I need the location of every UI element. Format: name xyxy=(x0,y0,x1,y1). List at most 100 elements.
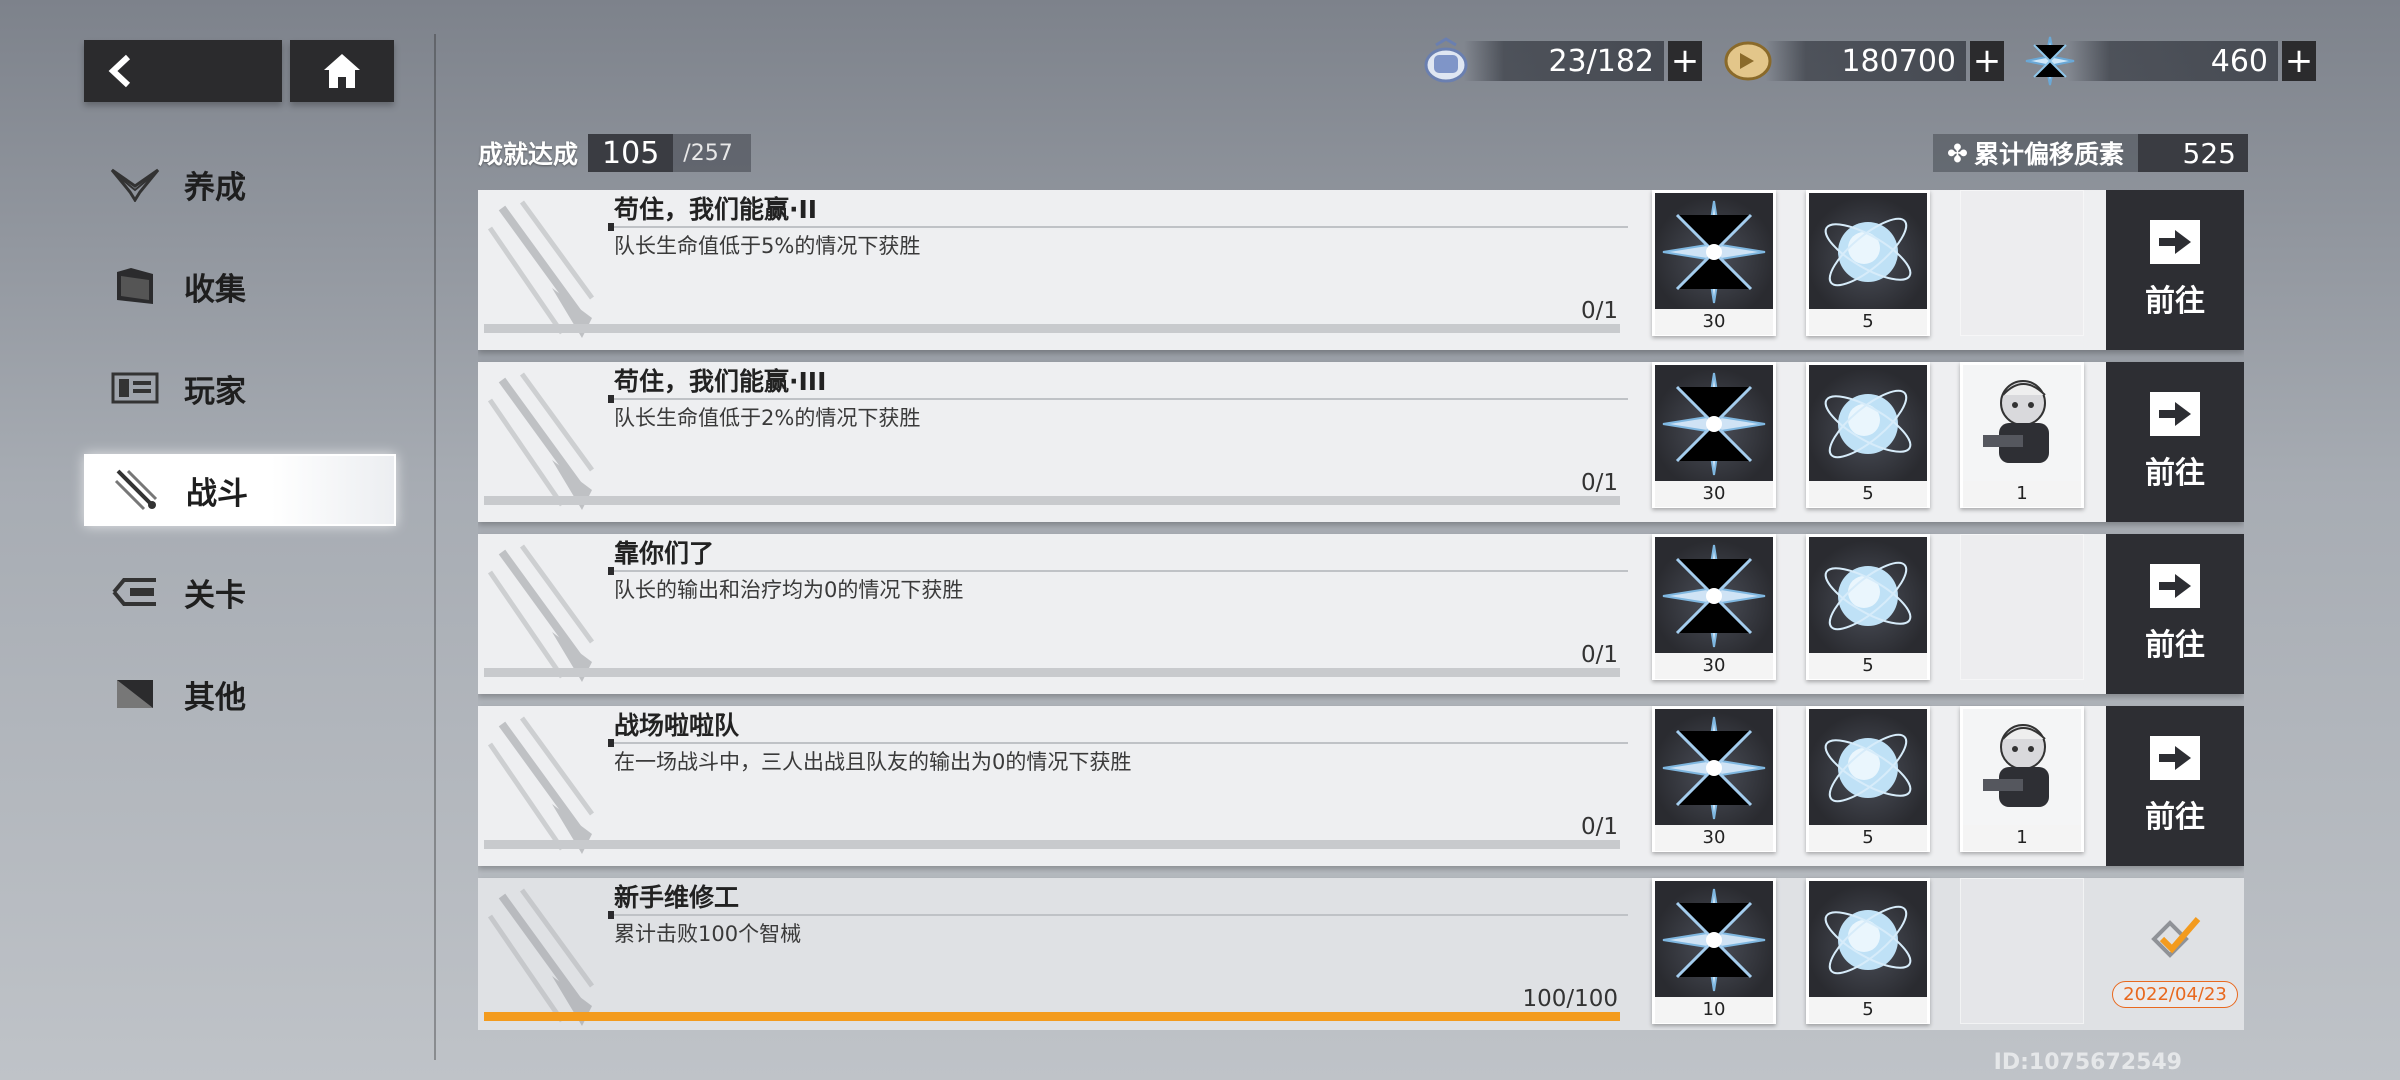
reward-quantity: 30 xyxy=(1655,481,1773,507)
go-button[interactable]: 前往 xyxy=(2106,190,2244,350)
arrow-right-icon xyxy=(2150,392,2200,436)
orb-reward-icon xyxy=(1809,709,1927,827)
crystal-reward-icon xyxy=(1655,537,1773,655)
reward-item[interactable]: 1 xyxy=(1960,362,2084,508)
achievement-row: 新手维修工累计击败100个智械 100/100 10 5 2022/04/23 xyxy=(478,878,2244,1030)
reward-item[interactable]: 5 xyxy=(1806,878,1930,1024)
achievement-title: 苟住，我们能赢·III xyxy=(614,367,827,396)
sidebar-item-label: 战斗 xyxy=(186,475,248,512)
reward-quantity: 10 xyxy=(1655,997,1773,1023)
reward-item[interactable]: 5 xyxy=(1806,362,1930,508)
crystal-reward-icon xyxy=(1655,193,1773,311)
reward-item[interactable]: 30 xyxy=(1652,190,1776,336)
go-button-label: 前往 xyxy=(2145,456,2205,491)
currency-2: 460 + xyxy=(2022,36,2316,86)
home-button[interactable] xyxy=(290,40,394,102)
progress-bar xyxy=(484,1012,1620,1021)
achievement-description: 在一场战斗中，三人出战且队友的输出为0的情况下获胜 xyxy=(614,750,1132,774)
reward-slot-empty xyxy=(1960,534,2084,680)
reward-item[interactable]: 5 xyxy=(1806,190,1930,336)
progress-text: 0/1 xyxy=(1580,470,1618,496)
sidebar-item-1[interactable]: 收集 xyxy=(84,250,396,322)
character-reward-icon xyxy=(1963,365,2081,483)
reward-quantity: 1 xyxy=(1963,825,2081,851)
title-underline xyxy=(608,567,1628,575)
crystal-reward-icon xyxy=(1655,365,1773,483)
reward-quantity: 5 xyxy=(1809,309,1927,335)
sidebar-divider xyxy=(434,34,436,1060)
title-underline xyxy=(608,739,1628,747)
sidebar-item-label: 其他 xyxy=(184,679,246,716)
top-nav xyxy=(84,40,394,102)
reward-quantity: 5 xyxy=(1809,825,1927,851)
go-button-label: 前往 xyxy=(2145,284,2205,319)
achievement-list[interactable]: 苟住，我们能赢·II 队长生命值低于5%的情况下获胜 0/1 30 5 前往 苟住，我们能赢… xyxy=(478,190,2244,1030)
currency-value: 23/182 xyxy=(1464,41,1664,81)
reward-item[interactable]: 30 xyxy=(1652,706,1776,852)
arrow-right-icon xyxy=(2150,736,2200,780)
drift-value: 525 xyxy=(2138,134,2248,172)
reward-item[interactable]: 30 xyxy=(1652,362,1776,508)
sidebar-item-4[interactable]: 关卡 xyxy=(84,556,396,628)
progress-text: 0/1 xyxy=(1580,814,1618,840)
reward-item[interactable]: 10 xyxy=(1652,878,1776,1024)
reward-item[interactable]: 1 xyxy=(1960,706,2084,852)
achievement-row: 战场啦啦队 在一场战斗中，三人出战且队友的输出为0的情况下获胜 0/1 30 5 1 前往 xyxy=(478,706,2244,866)
back-button[interactable] xyxy=(84,40,282,102)
progress-text: 0/1 xyxy=(1580,642,1618,668)
add-currency-button[interactable]: + xyxy=(1970,41,2004,81)
reward-quantity: 5 xyxy=(1809,997,1927,1023)
progress-text: 100/100 xyxy=(1522,986,1618,1012)
progress-bar xyxy=(484,840,1620,849)
go-button[interactable]: 前往 xyxy=(2106,706,2244,866)
completion-date: 2022/04/23 xyxy=(2112,980,2238,1008)
sidebar-item-2[interactable]: 玩家 xyxy=(84,352,396,424)
achievement-emblem-icon xyxy=(482,198,602,343)
sidebar-item-5[interactable]: 其他 xyxy=(84,658,396,730)
reward-quantity: 5 xyxy=(1809,481,1927,507)
achievement-emblem-icon xyxy=(482,886,602,1030)
arrow-right-icon xyxy=(2150,564,2200,608)
summary-current: 105 xyxy=(588,134,674,172)
add-currency-button[interactable]: + xyxy=(1668,41,1702,81)
title-underline xyxy=(608,911,1628,919)
sidebar-item-0[interactable]: 养成 xyxy=(84,148,396,220)
checkmark-icon xyxy=(2140,909,2210,973)
achievement-emblem-icon xyxy=(482,542,602,687)
coin-icon xyxy=(1720,33,1776,89)
reward-slot-empty xyxy=(1960,190,2084,336)
achievement-description: 累计击败100个智械 xyxy=(614,922,802,946)
drift-counter: ✤ 累计偏移质素 525 xyxy=(1933,134,2248,172)
player-id: ID:1075672549 xyxy=(1993,1050,2182,1075)
sidebar-item-3[interactable]: 战斗 xyxy=(84,454,396,526)
add-currency-button[interactable]: + xyxy=(2282,41,2316,81)
wings-icon xyxy=(108,162,162,206)
reward-item[interactable]: 5 xyxy=(1806,706,1930,852)
summary-total: /257 xyxy=(673,134,751,172)
go-button[interactable]: 前往 xyxy=(2106,534,2244,694)
crystal-icon xyxy=(2022,33,2078,89)
achievement-row: 苟住，我们能赢·II 队长生命值低于5%的情况下获胜 0/1 30 5 前往 xyxy=(478,190,2244,350)
crystal-reward-icon xyxy=(1655,881,1773,999)
reward-slot-empty xyxy=(1960,878,2084,1024)
progress-bar xyxy=(484,668,1620,677)
progress-bar-fill xyxy=(484,1012,1620,1021)
reward-item[interactable]: 30 xyxy=(1652,534,1776,680)
achievement-title: 新手维修工 xyxy=(614,883,740,912)
achievement-row: 苟住，我们能赢·III 队长生命值低于2%的情况下获胜 0/1 30 5 1 前往 xyxy=(478,362,2244,522)
folder-icon xyxy=(108,264,162,308)
sidebar-item-label: 收集 xyxy=(184,271,246,308)
achievement-summary: 成就达成 105 /257 xyxy=(478,134,751,172)
achievement-description: 队长生命值低于2%的情况下获胜 xyxy=(614,406,921,430)
progress-bar xyxy=(484,496,1620,505)
chevron-left-icon xyxy=(108,54,131,88)
sidebar-item-label: 玩家 xyxy=(184,373,246,410)
go-button[interactable]: 前往 xyxy=(2106,362,2244,522)
go-button-label: 前往 xyxy=(2145,628,2205,663)
title-underline xyxy=(608,395,1628,403)
drift-label: ✤ 累计偏移质素 xyxy=(1933,134,2138,172)
reward-quantity: 30 xyxy=(1655,825,1773,851)
misc-icon xyxy=(108,672,162,716)
reward-quantity: 30 xyxy=(1655,653,1773,679)
reward-item[interactable]: 5 xyxy=(1806,534,1930,680)
